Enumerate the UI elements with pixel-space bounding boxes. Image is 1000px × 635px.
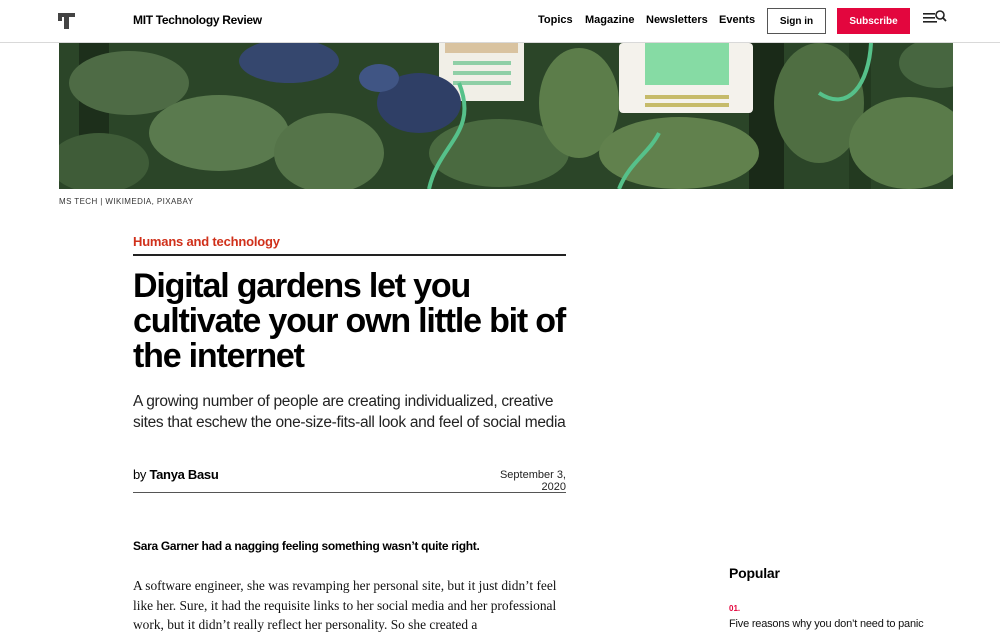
publish-date: September 3, 2020	[499, 469, 566, 493]
menu-search-icon[interactable]	[923, 9, 947, 25]
brand-name[interactable]: MIT Technology Review	[133, 13, 262, 27]
popular-heading: Popular	[729, 565, 780, 581]
mit-tr-logo-icon[interactable]	[58, 13, 75, 29]
sign-in-button[interactable]: Sign in	[767, 8, 826, 34]
article-body-paragraph: A software engineer, she was revamping h…	[133, 578, 557, 632]
jungle-illustration	[59, 43, 953, 189]
article-dek: A growing number of people are creating …	[133, 393, 566, 431]
nav-magazine[interactable]: Magazine	[585, 14, 635, 26]
author-link[interactable]: Tanya Basu	[149, 467, 218, 482]
nav-newsletters[interactable]: Newsletters	[646, 14, 708, 26]
byline-divider	[133, 492, 566, 493]
popular-item-number: 01.	[729, 604, 741, 613]
byline: by Tanya Basu	[133, 467, 219, 482]
byline-prefix: by	[133, 467, 147, 482]
topic-divider	[133, 254, 566, 256]
subscribe-button[interactable]: Subscribe	[837, 8, 910, 34]
article-lead: Sara Garner had a nagging feeling someth…	[133, 539, 480, 553]
topic-link[interactable]: Humans and technology	[133, 234, 280, 249]
nav-topics[interactable]: Topics	[538, 14, 573, 26]
site-header: MIT Technology Review Topics Magazine Ne…	[0, 0, 1000, 43]
article-headline: Digital gardens let you cultivate your o…	[133, 267, 566, 375]
hero-caption: MS TECH | WIKIMEDIA, PIXABAY	[59, 197, 194, 206]
nav-events[interactable]: Events	[719, 14, 755, 26]
hero-illustration	[59, 43, 953, 189]
popular-item-link[interactable]: Five reasons why you don’t need to panic	[729, 618, 924, 630]
